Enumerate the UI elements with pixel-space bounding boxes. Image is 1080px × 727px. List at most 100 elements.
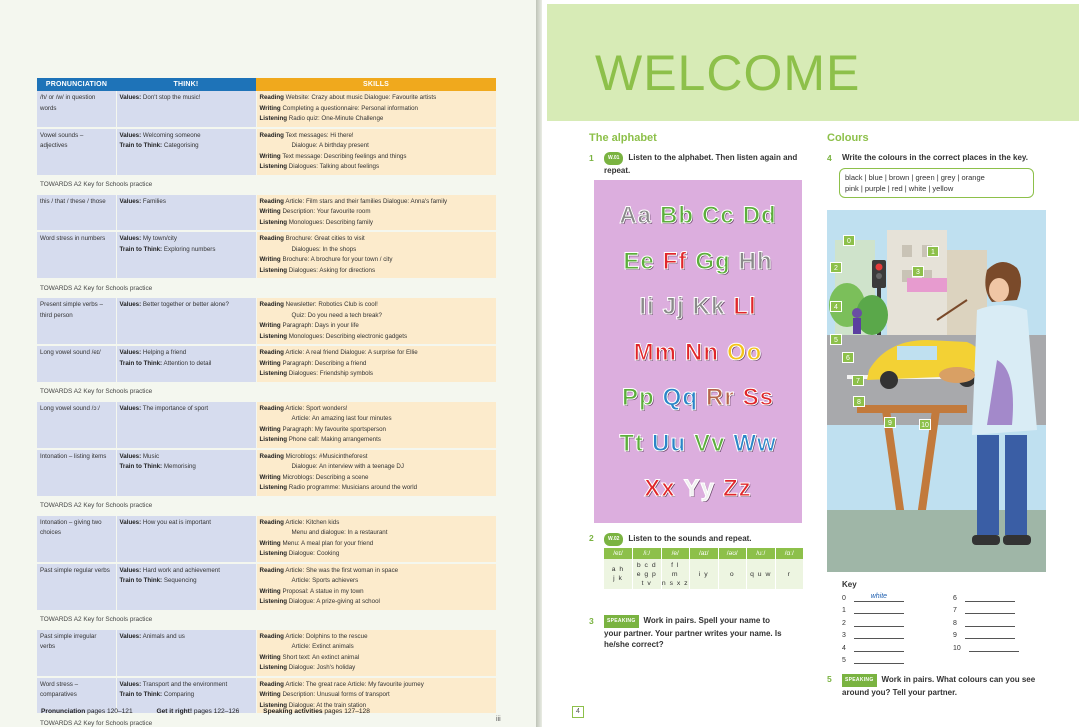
colour-words-line1: black | blue | brown | green | grey | or… <box>845 173 985 182</box>
alphabet-letter: Jj <box>662 293 685 321</box>
pronunciation-cell: Intonation – giving two choices <box>37 515 117 564</box>
audio-icon[interactable]: W.02 <box>604 533 624 546</box>
ket-practice-label: TOWARDS A2 Key for Schools practice <box>40 502 153 510</box>
ex2-instruction: W.02 Listen to the sounds and repeat. <box>604 533 809 546</box>
sound-symbol: /əʊ/ <box>718 548 747 559</box>
sound-symbol: /uː/ <box>746 548 776 559</box>
audio-icon[interactable]: W.01 <box>604 152 624 165</box>
think-cell: Values: Families <box>116 194 257 232</box>
footer-get-it-right: Get it right! pages 122–126 <box>156 708 240 715</box>
ket-practice-row: TOWARDS A2 Key for Schools practice <box>37 383 496 402</box>
footer-speaking: Speaking activities pages 127–128 <box>263 708 370 715</box>
ex1-number: 1 <box>589 153 594 163</box>
alphabet-letter: Mm <box>633 338 677 366</box>
answer-blank[interactable] <box>964 593 1015 602</box>
pronunciation-cell: Long vowel sound /eɪ/ <box>37 345 117 384</box>
page-number-left: iii <box>496 716 501 723</box>
think-cell: Values: Hard work and achievement Train t… <box>116 562 257 612</box>
pronunciation-cell: Long vowel sound /ɔː/ <box>37 401 117 450</box>
answer-blank[interactable] <box>853 655 904 664</box>
answer-blank[interactable] <box>964 618 1015 627</box>
ket-practice-label: TOWARDS A2 Key for Schools practice <box>40 388 153 396</box>
answer-blank[interactable] <box>968 643 1019 652</box>
key-entry: 4 <box>842 643 904 652</box>
ket-practice-row: TOWARDS A2 Key for Schools practice <box>37 497 496 516</box>
alphabet-letter: Hh <box>738 247 773 275</box>
think-cell: Values: Helping a friend Train to Think: … <box>116 345 257 384</box>
key-entry: 10 <box>953 643 1019 652</box>
alphabet-letter: Nn <box>685 338 719 366</box>
alphabet-letter: Ww <box>733 429 777 457</box>
alphabet-row: Ii Jj Kk Ll <box>594 293 802 321</box>
number-marker: 5 <box>830 334 842 345</box>
think-cell: Values: Music Train to Think: Memorising <box>116 448 257 498</box>
sounds-letters-row: a h j kb c d e g p t vf l m n s x zi yoq… <box>604 559 804 589</box>
pronunciation-cell: Past simple irregular verbs <box>37 629 117 678</box>
skills-cell: Reading Microblogs: #Musicintheforest Dia… <box>256 448 496 498</box>
alphabet-letter: Aa <box>619 202 652 230</box>
answer-blank[interactable] <box>853 618 904 627</box>
key-entry: 3 <box>842 630 904 640</box>
alphabet-letter: Bb <box>660 202 694 230</box>
number-marker: 9 <box>884 417 896 428</box>
think-cell: Values: The importance of sport <box>116 401 257 450</box>
skills-cell: Reading Text messages: Hi there! Dialogue… <box>256 127 496 177</box>
table-row: Long vowel sound /ɔː/Values: The importa… <box>37 401 496 450</box>
alphabet-letter: Yy <box>683 475 716 503</box>
ex4-number: 4 <box>827 153 832 163</box>
skills-cell: Reading Website: Crazy about music Dialo… <box>256 91 496 129</box>
answer-blank[interactable] <box>853 643 904 652</box>
ex1-instruction: W.01 Listen to the alphabet. Then listen … <box>604 152 798 175</box>
alphabet-poster: Aa Bb Cc Dd Ee Ff Gg Hh Ii Jj Kk Ll Mm Nn Oo Pp Qq Rr Ss Tt… <box>594 180 802 523</box>
key-entry: 6 <box>953 593 1015 602</box>
ket-practice-label: TOWARDS A2 Key for Schools practice <box>40 719 153 727</box>
alphabet-row: Tt Uu Vv Ww <box>594 429 802 458</box>
header-skills: SKILLS <box>256 78 496 91</box>
pronunciation-cell: Word stress in numbers <box>37 231 117 280</box>
answer-blank[interactable]: white <box>853 593 904 602</box>
alphabet-row: Aa Bb Cc Dd <box>594 202 802 230</box>
pronunciation-cell: Vowel sounds – adjectives <box>37 127 117 177</box>
speaking-badge: SPEAKING <box>604 615 639 628</box>
answer-blank[interactable] <box>853 605 904 615</box>
key-entry: 2 <box>842 618 904 627</box>
number-marker: 2 <box>830 262 842 273</box>
footer-pronunciation: Pronunciation pages 120–121 <box>41 708 133 715</box>
answer-blank[interactable] <box>964 630 1015 640</box>
table-row: Long vowel sound /eɪ/Values: Helping a f… <box>37 345 496 384</box>
skills-cell: Reading Article: Sport wonders! Article: … <box>256 401 496 450</box>
skills-cell: Reading Article: She was the first woman… <box>256 562 496 612</box>
alphabet-letter: Ff <box>662 247 688 275</box>
ket-practice-row: TOWARDS A2 Key for Schools practice <box>37 279 496 298</box>
alphabet-letter: Vv <box>693 429 726 457</box>
ket-practice-label: TOWARDS A2 Key for Schools practice <box>40 284 153 292</box>
alphabet-letter: Ii <box>639 293 655 321</box>
table-row: Intonation – listing items Values: Music T… <box>37 448 496 498</box>
alphabet-letter: Zz <box>723 475 752 503</box>
key-entry: 7 <box>953 605 1015 615</box>
number-marker: 3 <box>912 266 924 277</box>
ket-practice-label: TOWARDS A2 Key for Schools practice <box>40 181 153 189</box>
contents-page: PRONUNCIATION THINK! SKILLS /h/ or /w/ i… <box>0 0 536 727</box>
skills-cell: Reading Article: Kitchen kids Menu and di… <box>256 515 496 564</box>
alphabet-letter: Cc <box>702 202 735 230</box>
think-cell: Values: Animals and us <box>116 629 257 678</box>
alphabet-row: Pp Qq Rr Ss <box>594 384 802 412</box>
table-row: Past simple irregular verbs Values: Anima… <box>37 629 496 678</box>
alphabet-letter: Qq <box>662 384 698 412</box>
ex5-instruction: SPEAKING Work in pairs. What colours can … <box>842 674 1036 697</box>
ket-practice-row: TOWARDS A2 Key for Schools practice <box>37 176 496 195</box>
skills-cell: Reading Brochure: Great cities to visit D… <box>256 231 496 280</box>
alphabet-letter: Ee <box>623 247 655 275</box>
answer-blank[interactable] <box>964 605 1015 615</box>
alphabet-letter: Gg <box>695 247 731 275</box>
alphabet-row: Mm Nn Oo <box>594 338 802 367</box>
key-entry: 9 <box>953 630 1015 640</box>
key-entry: 1 <box>842 605 904 615</box>
number-marker: 4 <box>830 301 842 312</box>
sound-letters: i y <box>689 559 719 589</box>
contents-table: PRONUNCIATION THINK! SKILLS /h/ or /w/ i… <box>37 78 496 727</box>
number-marker: 0 <box>843 235 855 246</box>
ket-practice-row: TOWARDS A2 Key for Schools practice <box>37 714 496 727</box>
answer-blank[interactable] <box>853 630 904 640</box>
